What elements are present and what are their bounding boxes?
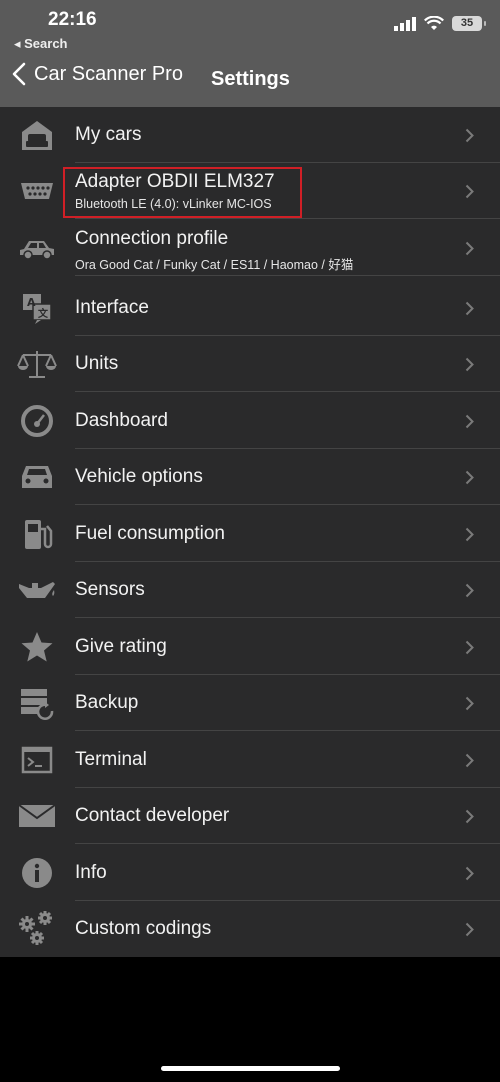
envelope-icon [16, 796, 58, 836]
header: 22:16 ◂ Search 35 Car Scanner Pro Settin… [0, 0, 500, 107]
settings-item-label: Contact developer [75, 805, 230, 826]
cellular-signal-icon [394, 16, 416, 31]
page-title: Settings [211, 68, 290, 90]
translate-icon: A文 [16, 288, 58, 328]
status-time: 22:16 [48, 9, 97, 30]
svg-text:文: 文 [38, 307, 49, 320]
chevron-right-icon [465, 241, 474, 256]
oil-can-icon [16, 570, 58, 610]
settings-item-connection-profile[interactable]: Connection profile Ora Good Cat / Funky … [0, 220, 500, 276]
chevron-right-icon [465, 357, 474, 372]
gauge-icon [16, 401, 58, 441]
settings-item-label: Fuel consumption [75, 523, 225, 544]
settings-item-label: Backup [75, 692, 139, 713]
chevron-right-icon [465, 128, 474, 143]
settings-list: My cars Adapter OBDII ELM327 Bluetooth L… [0, 107, 500, 957]
settings-item-label: Adapter OBDII ELM327 [75, 171, 275, 192]
settings-item-label: Sensors [75, 579, 145, 600]
settings-item-vehicle-options[interactable]: Vehicle options [0, 449, 500, 505]
svg-text:A: A [27, 296, 36, 309]
chevron-right-icon [465, 527, 474, 542]
fuel-pump-icon [16, 514, 58, 554]
chevron-right-icon [465, 583, 474, 598]
settings-item-label: Dashboard [75, 410, 168, 431]
backup-icon [16, 683, 58, 723]
settings-item-subtitle: Ora Good Cat / Funky Cat / ES11 / Haomao… [75, 258, 354, 272]
chevron-right-icon [465, 866, 474, 881]
settings-item-fuel-consumption[interactable]: Fuel consumption [0, 506, 500, 562]
settings-item-units[interactable]: Units [0, 336, 500, 392]
settings-item-terminal[interactable]: Terminal [0, 732, 500, 788]
settings-item-dashboard[interactable]: Dashboard [0, 393, 500, 449]
settings-item-label: Interface [75, 297, 149, 318]
settings-item-backup[interactable]: Backup [0, 675, 500, 731]
chevron-right-icon [465, 301, 474, 316]
chevron-right-icon [465, 470, 474, 485]
chevron-right-icon [465, 809, 474, 824]
nav-back-label: Car Scanner Pro [34, 62, 183, 85]
settings-item-label: My cars [75, 124, 142, 145]
settings-item-contact-developer[interactable]: Contact developer [0, 788, 500, 844]
settings-item-info[interactable]: Info [0, 845, 500, 901]
settings-item-my-cars[interactable]: My cars [0, 107, 500, 163]
chevron-right-icon [465, 753, 474, 768]
chevron-left-icon [12, 62, 26, 86]
scales-icon [16, 344, 58, 384]
settings-item-custom-codings[interactable]: Custom codings [0, 901, 500, 957]
terminal-icon [16, 740, 58, 780]
chevron-right-icon [465, 922, 474, 937]
settings-item-subtitle: Bluetooth LE (4.0): vLinker MC-IOS [75, 197, 272, 211]
settings-item-interface[interactable]: A文 Interface [0, 280, 500, 336]
wifi-icon [424, 16, 444, 30]
settings-item-adapter[interactable]: Adapter OBDII ELM327 Bluetooth LE (4.0):… [0, 163, 500, 219]
settings-item-label: Custom codings [75, 918, 212, 939]
obd-connector-icon [16, 171, 58, 211]
info-icon [16, 853, 58, 893]
settings-item-label: Connection profile [75, 228, 229, 249]
settings-item-label: Terminal [75, 749, 147, 770]
chevron-right-icon [465, 640, 474, 655]
battery-icon: 35 [452, 16, 486, 31]
chevron-right-icon [465, 414, 474, 429]
gears-icon [16, 909, 58, 949]
settings-item-give-rating[interactable]: Give rating [0, 619, 500, 675]
car-front-icon [16, 457, 58, 497]
settings-item-label: Info [75, 862, 107, 883]
home-indicator[interactable] [161, 1066, 340, 1071]
settings-item-label: Vehicle options [75, 466, 203, 487]
status-icons: 35 [394, 16, 486, 31]
car-side-icon [16, 228, 58, 268]
settings-item-sensors[interactable]: Sensors [0, 562, 500, 618]
garage-car-icon [16, 115, 58, 155]
back-to-search-link[interactable]: ◂ Search [14, 36, 68, 52]
chevron-right-icon [465, 696, 474, 711]
settings-item-label: Units [75, 353, 119, 374]
settings-item-label: Give rating [75, 636, 167, 657]
star-icon [16, 627, 58, 667]
chevron-right-icon [465, 184, 474, 199]
nav-back-button[interactable]: Car Scanner Pro [12, 62, 183, 86]
